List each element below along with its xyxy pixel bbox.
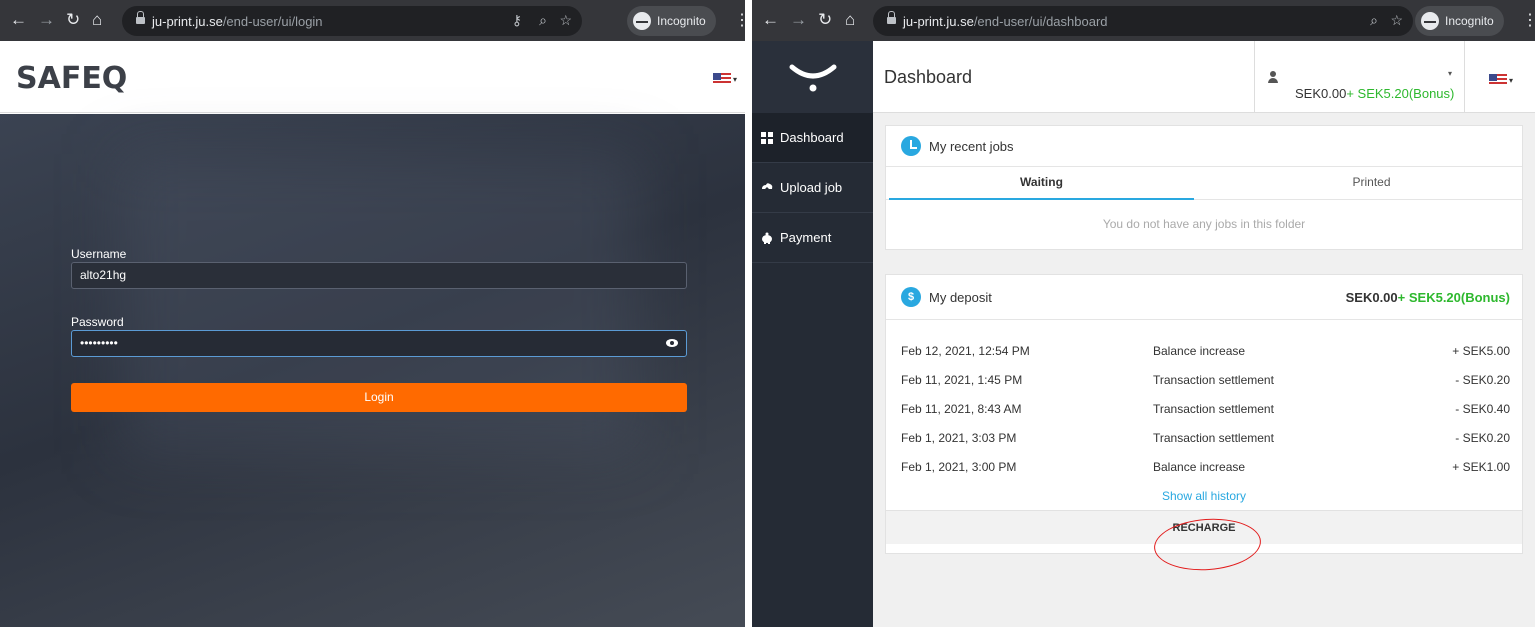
username-input[interactable]: alto21hg xyxy=(71,262,687,289)
username-label: Username xyxy=(71,247,127,261)
chevron-down-icon[interactable]: ▾ xyxy=(1509,76,1513,85)
menu-icon[interactable]: ⋮ xyxy=(734,10,745,30)
empty-jobs-message: You do not have any jobs in this folder xyxy=(1102,217,1306,231)
transaction-amount: - SEK0.20 xyxy=(1455,431,1510,445)
browser-toolbar: ← → ↻ ⌂ ju-print.ju.se/end-user/ui/dashb… xyxy=(752,0,1535,41)
transaction-type: Transaction settlement xyxy=(1153,373,1274,387)
address-bar[interactable]: ju-print.ju.se/end-user/ui/dashboard ⌕ ☆ xyxy=(873,6,1413,36)
upload-icon xyxy=(762,183,773,194)
safeq-logo: SAFEQ xyxy=(16,61,128,96)
show-all-history-link[interactable]: Show all history xyxy=(886,482,1522,510)
grid-icon xyxy=(761,132,773,144)
sidebar-item-payment[interactable]: Payment xyxy=(752,213,873,263)
coins-icon xyxy=(901,287,921,307)
show-password-icon[interactable] xyxy=(666,339,678,347)
password-label: Password xyxy=(71,315,124,329)
back-arrow-icon[interactable]: ← xyxy=(762,11,779,29)
sidebar-item-label: Dashboard xyxy=(780,130,844,145)
job-tabs: Waiting Printed xyxy=(886,167,1522,200)
login-background xyxy=(0,114,745,627)
transaction-type: Balance increase xyxy=(1153,460,1246,474)
transaction-date: Feb 11, 2021, 8:43 AM xyxy=(901,402,1022,416)
sidebar-item-label: Upload job xyxy=(780,180,843,195)
clock-icon xyxy=(901,136,921,156)
incognito-label: Incognito xyxy=(1445,14,1494,28)
incognito-label: Incognito xyxy=(657,14,706,28)
deposit-title: My deposit xyxy=(929,290,992,305)
tab-waiting[interactable]: Waiting xyxy=(889,167,1194,200)
password-input[interactable]: ••••••••• xyxy=(71,330,687,357)
sidebar-item-upload-job[interactable]: Upload job xyxy=(752,163,873,213)
chevron-down-icon[interactable]: ▾ xyxy=(733,75,737,84)
transaction-row: Feb 1, 2021, 3:03 PM Transaction settlem… xyxy=(886,424,1522,453)
transaction-date: Feb 11, 2021, 1:45 PM xyxy=(901,373,1023,387)
transaction-date: Feb 1, 2021, 3:00 PM xyxy=(901,460,1017,474)
home-icon[interactable]: ⌂ xyxy=(845,11,855,29)
recent-jobs-title: My recent jobs xyxy=(929,139,1014,154)
password-value: ••••••••• xyxy=(80,336,118,350)
transaction-row: Feb 12, 2021, 12:54 PM Balance increase … xyxy=(886,337,1522,366)
browser-toolbar: ← → ↻ ⌂ ju-print.ju.se/end-user/ui/login… xyxy=(0,0,745,41)
ysoft-logo-icon xyxy=(789,64,837,92)
star-icon[interactable]: ☆ xyxy=(559,12,572,29)
chevron-down-icon: ▾ xyxy=(1447,69,1452,78)
home-icon[interactable]: ⌂ xyxy=(92,11,102,29)
menu-icon[interactable]: ⋮ xyxy=(1522,10,1535,30)
incognito-icon xyxy=(633,12,651,30)
top-bar: Dashboard ▾ SEK0.00+ SEK5.20(Bonus) ▾ xyxy=(873,41,1535,113)
transaction-amount: + SEK5.00 xyxy=(1452,344,1510,358)
dashboard-window: ← → ↻ ⌂ ju-print.ju.se/end-user/ui/dashb… xyxy=(752,0,1535,627)
login-window: ← → ↻ ⌂ ju-print.ju.se/end-user/ui/login… xyxy=(0,0,745,627)
key-icon[interactable]: ⚷ xyxy=(512,12,522,29)
star-icon[interactable]: ☆ xyxy=(1390,12,1403,29)
deposit-amount: SEK0.00+ SEK5.20(Bonus) xyxy=(1345,290,1510,305)
transaction-date: Feb 1, 2021, 3:03 PM xyxy=(901,431,1017,445)
transaction-type: Balance increase xyxy=(1153,344,1246,358)
deposit-header: My deposit SEK0.00+ SEK5.20(Bonus) xyxy=(886,275,1522,320)
forward-arrow-icon[interactable]: → xyxy=(38,11,55,29)
site-header: SAFEQ ▾ xyxy=(0,41,745,113)
transaction-type: Transaction settlement xyxy=(1153,402,1274,416)
transaction-amount: + SEK1.00 xyxy=(1452,460,1510,474)
us-flag-icon[interactable] xyxy=(713,73,731,85)
user-balance-menu[interactable]: ▾ SEK0.00+ SEK5.20(Bonus) xyxy=(1254,41,1465,113)
sidebar: Dashboard Upload job Payment xyxy=(752,41,873,627)
incognito-badge[interactable]: Incognito xyxy=(1415,6,1504,36)
reload-icon[interactable]: ↻ xyxy=(66,11,80,29)
login-button[interactable]: Login xyxy=(71,383,687,412)
tab-printed[interactable]: Printed xyxy=(1219,167,1524,200)
recent-jobs-header: My recent jobs xyxy=(886,126,1522,167)
zoom-icon[interactable]: ⌕ xyxy=(1370,12,1378,29)
page-title: Dashboard xyxy=(884,67,973,87)
transaction-amount: - SEK0.20 xyxy=(1455,373,1510,387)
url-text: ju-print.ju.se/end-user/ui/login xyxy=(152,14,323,29)
app-logo[interactable] xyxy=(752,41,873,113)
sidebar-item-dashboard[interactable]: Dashboard xyxy=(752,113,873,163)
transaction-type: Transaction settlement xyxy=(1153,431,1274,445)
incognito-badge[interactable]: Incognito xyxy=(627,6,716,36)
piggy-bank-icon xyxy=(762,232,772,244)
lock-icon xyxy=(136,11,145,26)
back-arrow-icon[interactable]: ← xyxy=(10,11,27,29)
deposit-card: My deposit SEK0.00+ SEK5.20(Bonus) Feb 1… xyxy=(885,274,1523,554)
us-flag-icon[interactable] xyxy=(1489,74,1507,86)
address-bar[interactable]: ju-print.ju.se/end-user/ui/login ⚷ ⌕ ☆ xyxy=(122,6,582,36)
transaction-row: Feb 11, 2021, 1:45 PM Transaction settle… xyxy=(886,366,1522,395)
url-text: ju-print.ju.se/end-user/ui/dashboard xyxy=(903,14,1108,29)
zoom-icon[interactable]: ⌕ xyxy=(539,12,547,29)
balance-amount: SEK0.00+ SEK5.20(Bonus) xyxy=(1295,86,1455,101)
incognito-icon xyxy=(1421,12,1439,30)
reload-icon[interactable]: ↻ xyxy=(818,11,832,29)
recent-jobs-card: My recent jobs Waiting Printed You do no… xyxy=(885,125,1523,250)
transaction-amount: - SEK0.40 xyxy=(1455,402,1510,416)
forward-arrow-icon[interactable]: → xyxy=(790,11,807,29)
transaction-row: Feb 11, 2021, 8:43 AM Transaction settle… xyxy=(886,395,1522,424)
sidebar-item-label: Payment xyxy=(780,230,832,245)
user-icon xyxy=(1268,71,1278,83)
transaction-date: Feb 12, 2021, 12:54 PM xyxy=(901,344,1030,358)
transaction-row: Feb 1, 2021, 3:00 PM Balance increase + … xyxy=(886,453,1522,482)
lock-icon xyxy=(887,11,896,26)
